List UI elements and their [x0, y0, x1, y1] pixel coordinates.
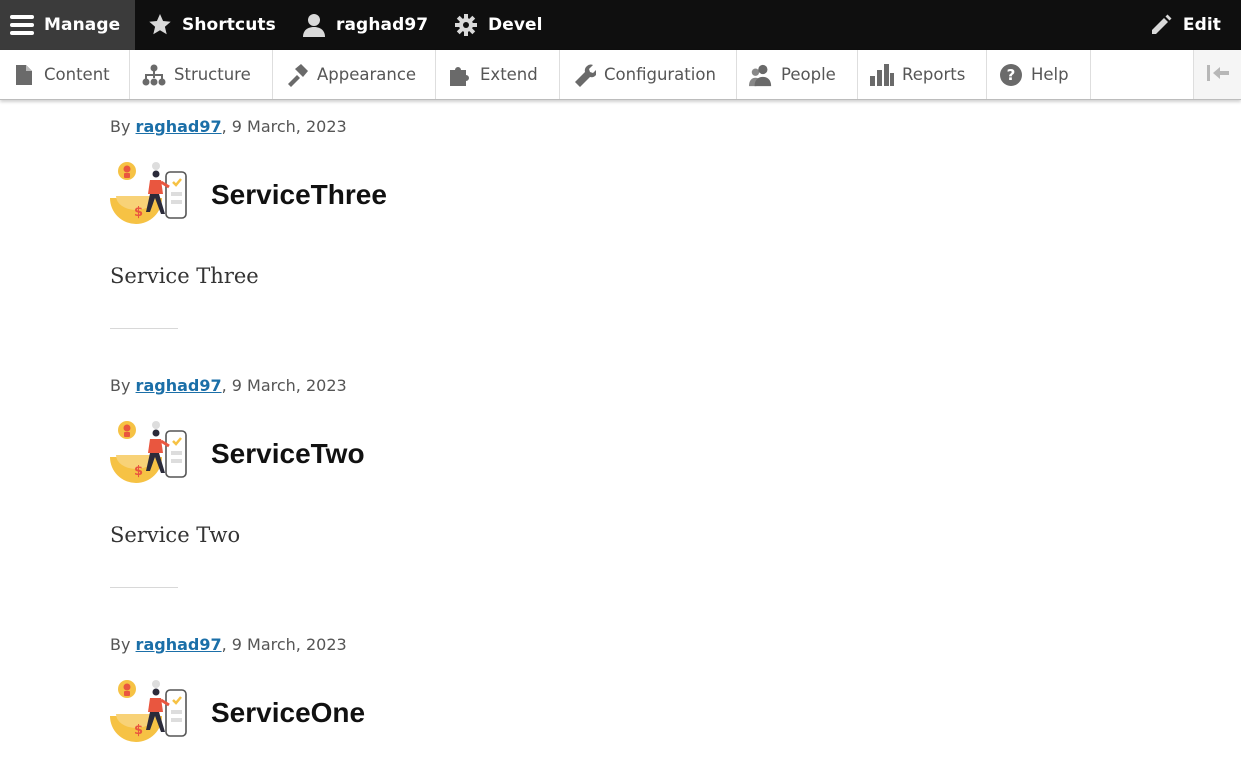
shortcuts-label: Shortcuts: [182, 15, 276, 35]
collapse-arrow-icon: [1206, 64, 1230, 86]
node-title[interactable]: ServiceThree: [211, 179, 387, 211]
svg-text:$: $: [134, 723, 143, 738]
user-button[interactable]: raghad97: [287, 0, 439, 50]
node-teaser: By raghad97, 9 March, 2023 $ ServiceOne: [110, 634, 1010, 748]
node-teaser: By raghad97, 9 March, 2023 $ ServiceThre…: [110, 116, 1010, 329]
pencil-icon: [1148, 12, 1174, 38]
node-teaser: By raghad97, 9 March, 2023 $ ServiceTwo: [110, 375, 1010, 588]
node-header: $ ServiceOne: [110, 678, 1010, 748]
user-icon: [301, 12, 327, 38]
node-body: Service Two: [110, 523, 241, 547]
help-icon: ?: [999, 63, 1023, 87]
node-date: , 9 March, 2023: [221, 635, 347, 654]
tray-label-structure: Structure: [174, 65, 251, 84]
by-label: By: [110, 635, 131, 654]
tray-label-appearance: Appearance: [317, 65, 417, 84]
people-icon: [749, 63, 773, 87]
tray-label-reports: Reports: [902, 65, 966, 84]
gear-icon: [453, 12, 479, 38]
devel-label: Devel: [488, 15, 543, 35]
tray-label-configuration: Configuration: [604, 65, 716, 84]
tray-item-help[interactable]: ? Help: [987, 50, 1091, 99]
node-divider: [110, 587, 178, 588]
manage-button[interactable]: Manage: [0, 0, 135, 50]
node-header: $ ServiceThree: [110, 160, 1010, 230]
author-link[interactable]: raghad97: [136, 376, 222, 395]
admin-toolbar: Manage Shortcuts raghad97 Devel Edit: [0, 0, 1241, 50]
node-date: , 9 March, 2023: [221, 117, 347, 136]
tray-label-extend: Extend: [480, 65, 538, 84]
user-label: raghad97: [336, 15, 429, 35]
node-body: Service Three: [110, 264, 259, 288]
devel-button[interactable]: Devel: [439, 0, 543, 50]
tray-item-configuration[interactable]: Configuration: [560, 50, 737, 99]
paintbrush-icon: [285, 63, 309, 87]
manage-label: Manage: [44, 15, 121, 35]
bar-chart-icon: [870, 63, 894, 87]
svg-text:$: $: [134, 205, 143, 220]
service-illustration: $: [110, 680, 187, 742]
file-icon: [12, 63, 36, 87]
svg-text:?: ?: [1007, 66, 1016, 84]
node-title[interactable]: ServiceOne: [211, 697, 365, 729]
tray-item-reports[interactable]: Reports: [858, 50, 987, 99]
node-meta: By raghad97, 9 March, 2023: [110, 634, 1010, 656]
hamburger-icon: [9, 12, 35, 38]
by-label: By: [110, 376, 131, 395]
star-icon: [147, 12, 173, 38]
node-meta: By raghad97, 9 March, 2023: [110, 375, 1010, 397]
admin-tray: Content Structure Appearance Extend Conf…: [0, 50, 1241, 100]
node-divider: [110, 328, 178, 329]
node-title[interactable]: ServiceTwo: [211, 438, 365, 470]
shortcuts-button[interactable]: Shortcuts: [135, 0, 287, 50]
node-header: $ ServiceTwo: [110, 419, 1010, 489]
node-date: , 9 March, 2023: [221, 376, 347, 395]
svg-text:$: $: [134, 464, 143, 479]
tray-item-appearance[interactable]: Appearance: [273, 50, 436, 99]
tray-label-people: People: [781, 65, 836, 84]
tray-label-help: Help: [1031, 65, 1069, 84]
wrench-icon: [572, 63, 596, 87]
tray-label-content: Content: [44, 65, 110, 84]
sitemap-icon: [142, 63, 166, 87]
node-meta: By raghad97, 9 March, 2023: [110, 116, 1010, 138]
collapse-tray-button[interactable]: [1193, 50, 1241, 99]
author-link[interactable]: raghad97: [136, 635, 222, 654]
tray-item-structure[interactable]: Structure: [130, 50, 273, 99]
by-label: By: [110, 117, 131, 136]
tray-item-people[interactable]: People: [737, 50, 858, 99]
puzzle-icon: [448, 63, 472, 87]
tray-item-extend[interactable]: Extend: [436, 50, 560, 99]
edit-button[interactable]: Edit: [1148, 0, 1221, 50]
edit-label: Edit: [1182, 15, 1221, 35]
service-illustration: $: [110, 162, 187, 224]
tray-item-content[interactable]: Content: [0, 50, 130, 99]
author-link[interactable]: raghad97: [136, 117, 222, 136]
service-illustration: $: [110, 421, 187, 483]
